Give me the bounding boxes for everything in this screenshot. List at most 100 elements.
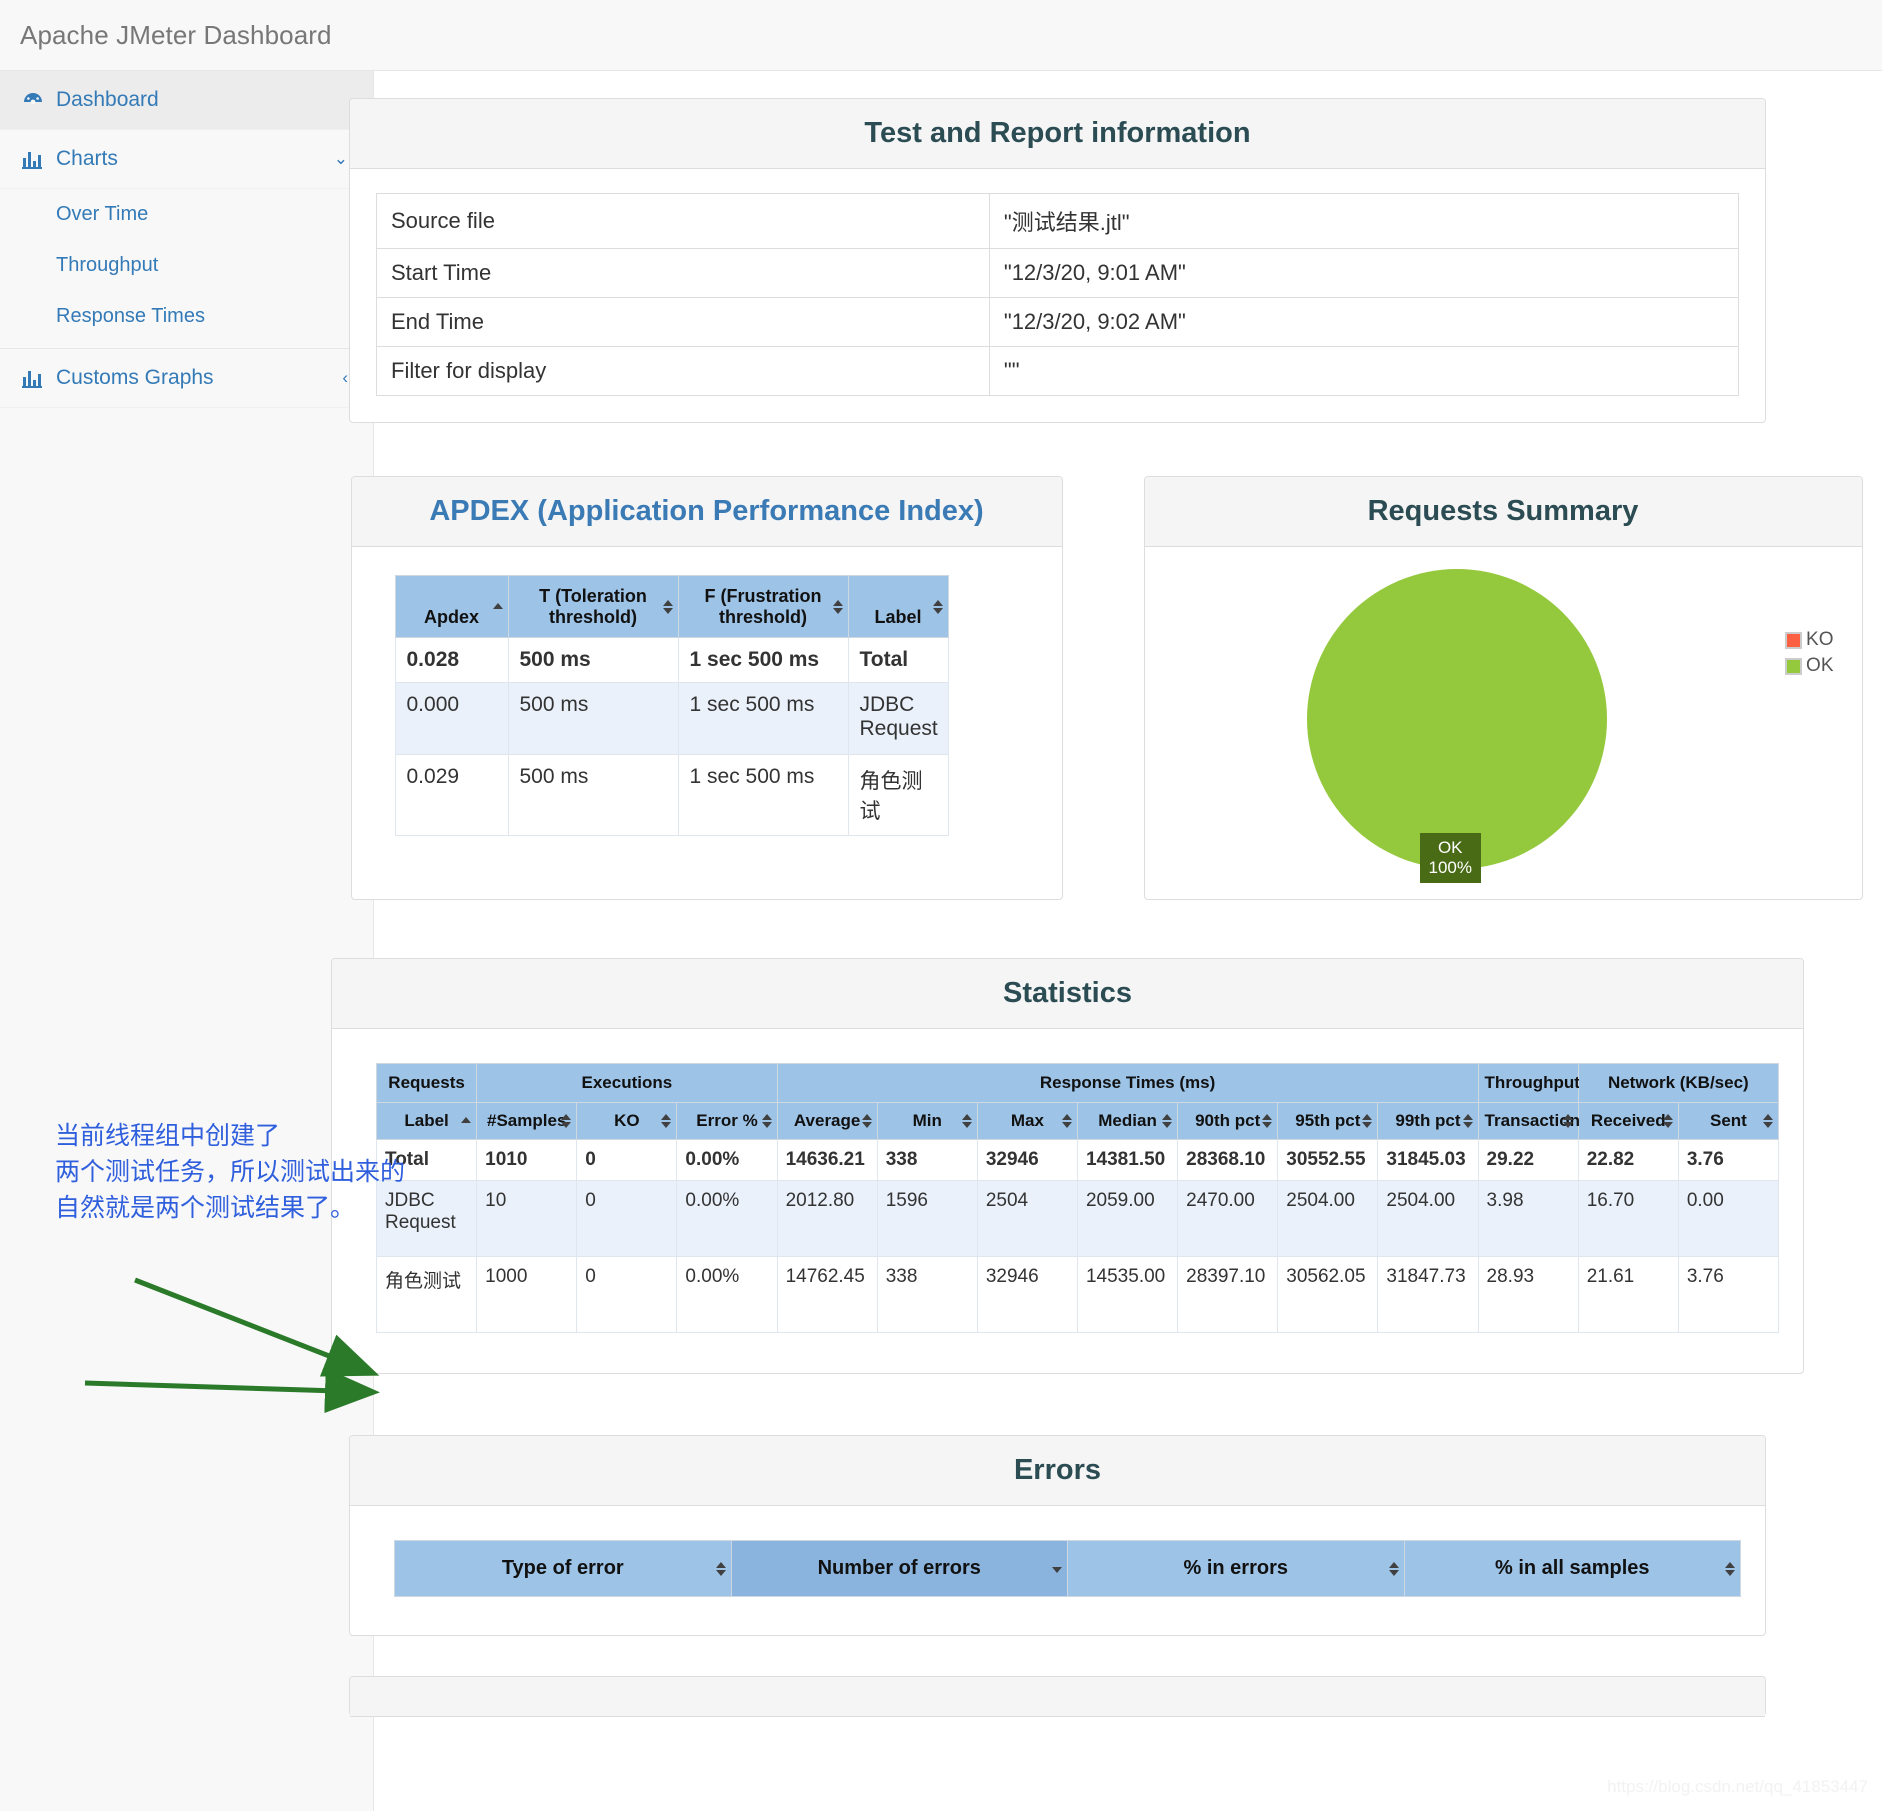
stats-average: 14762.45 (776, 1256, 878, 1333)
stats-col-p95[interactable]: 95th pct (1277, 1102, 1379, 1140)
sidebar-item-dashboard[interactable]: Dashboard (0, 71, 373, 130)
sort-icon[interactable] (1162, 1113, 1173, 1129)
sort-icon[interactable] (661, 1113, 672, 1129)
stats-col-max[interactable]: Max (976, 1102, 1078, 1140)
stats-transactions: 3.98 (1477, 1180, 1579, 1257)
stats-col-sent[interactable]: Sent (1677, 1102, 1780, 1140)
sidebar-item-throughput[interactable]: Throughput (0, 240, 373, 291)
sort-asc-icon[interactable] (492, 599, 503, 615)
sort-icon[interactable] (561, 1113, 572, 1129)
sort-icon[interactable] (1061, 1113, 1072, 1129)
sort-icon[interactable] (1662, 1113, 1673, 1129)
sort-icon[interactable] (1562, 1113, 1573, 1129)
annotation-arrow-2 (84, 1368, 380, 1414)
legend-item-ko[interactable]: KO (1785, 629, 1834, 651)
info-key: Filter for display (376, 346, 990, 396)
sidebar-item-charts[interactable]: Charts ⌄ (0, 130, 373, 189)
stats-median: 2059.00 (1076, 1180, 1179, 1257)
group-header-network: Network (KB/sec) (1577, 1063, 1780, 1103)
errors-col-pct-errors[interactable]: % in errors (1067, 1540, 1405, 1597)
chevron-left-icon[interactable]: ‹ (342, 368, 348, 388)
apdex-label: JDBC Request (847, 682, 949, 755)
stats-transactions: 28.93 (1477, 1256, 1579, 1333)
stats-col-average[interactable]: Average (776, 1102, 878, 1140)
sort-icon[interactable] (1725, 1561, 1735, 1577)
sort-icon[interactable] (1763, 1113, 1773, 1129)
errors-col-pct-all[interactable]: % in all samples (1403, 1540, 1741, 1597)
group-header-response-times: Response Times (ms) (776, 1063, 1479, 1103)
statistics-table: Requests Executions Response Times (ms) … (375, 1063, 1780, 1333)
info-key: Start Time (376, 248, 990, 298)
sort-icon[interactable] (761, 1113, 772, 1129)
stats-median: 14535.00 (1076, 1256, 1179, 1333)
sidebar-charts-submenu: Over Time Throughput Response Times (0, 189, 373, 349)
column-label: 90th pct (1195, 1111, 1261, 1130)
stats-transactions: 29.22 (1477, 1139, 1579, 1181)
sort-icon[interactable] (662, 599, 673, 615)
sort-icon[interactable] (932, 599, 943, 615)
sidebar-item-over-time[interactable]: Over Time (0, 189, 373, 240)
stats-p90: 28397.10 (1177, 1256, 1279, 1333)
sidebar-item-response-times[interactable]: Response Times (0, 291, 373, 342)
stats-error: 0.00% (676, 1180, 778, 1257)
stats-p90: 2470.00 (1177, 1180, 1279, 1257)
sort-desc-icon[interactable] (1052, 1561, 1062, 1577)
sort-icon[interactable] (832, 599, 843, 615)
apdex-col-frustration[interactable]: F (Frustration threshold) (677, 575, 849, 638)
apdex-toleration: 500 ms (507, 754, 679, 836)
stats-col-error[interactable]: Error % (676, 1102, 778, 1140)
stats-col-received[interactable]: Received (1577, 1102, 1679, 1140)
errors-title: Errors (1013, 1454, 1102, 1486)
apdex-col-label[interactable]: Label (847, 575, 949, 638)
errors-col-type[interactable]: Type of error (394, 1540, 732, 1597)
watermark: https://blog.csdn.net/qq_41853447 (1607, 1777, 1868, 1796)
table-row: 0.000 500 ms 1 sec 500 ms JDBC Request (394, 682, 949, 755)
stats-col-median[interactable]: Median (1076, 1102, 1179, 1140)
sidebar-item-label: Charts (56, 147, 118, 170)
statistics-header: Statistics (332, 959, 1803, 1029)
apdex-value: 0.029 (394, 754, 509, 836)
column-label: KO (614, 1111, 640, 1130)
column-label: Min (912, 1111, 942, 1130)
sort-icon[interactable] (961, 1113, 972, 1129)
errors-col-count[interactable]: Number of errors (730, 1540, 1068, 1597)
stats-min: 1596 (876, 1180, 978, 1257)
sort-icon[interactable] (715, 1561, 726, 1577)
sort-asc-icon[interactable] (461, 1113, 472, 1129)
apdex-col-apdex[interactable]: Apdex (394, 575, 509, 638)
stats-received: 21.61 (1577, 1256, 1679, 1333)
group-header-throughput: Throughput (1477, 1063, 1580, 1103)
sort-icon[interactable] (1388, 1561, 1399, 1577)
stats-received: 16.70 (1577, 1180, 1679, 1257)
column-label: Average (793, 1111, 861, 1130)
apdex-col-toleration[interactable]: T (Toleration threshold) (507, 575, 679, 638)
requests-summary-header: Requests Summary (1144, 477, 1862, 547)
stats-col-transactions[interactable]: Transactions/s (1477, 1102, 1604, 1140)
sidebar-item-customs-graphs[interactable]: Customs Graphs ‹ (0, 349, 373, 408)
stats-col-samples[interactable]: #Samples (476, 1102, 578, 1140)
stats-col-ko[interactable]: KO (576, 1102, 678, 1140)
test-info-header: Test and Report information (350, 99, 1765, 169)
requests-summary-body: OK 100% KO OK (1145, 547, 1862, 899)
page-title: Apache JMeter Dashboard (20, 19, 332, 50)
table-row: Total 1010 0 0.00% 14636.21 338 32946 14… (375, 1139, 1780, 1181)
pie-slice-ok[interactable] (1306, 569, 1607, 869)
errors-header: Errors (350, 1436, 1765, 1506)
sort-icon[interactable] (861, 1113, 872, 1129)
column-label: Type of error (501, 1557, 624, 1579)
chevron-down-icon[interactable]: ⌄ (334, 149, 348, 169)
column-label: Label (874, 607, 922, 627)
sort-icon[interactable] (1362, 1113, 1373, 1129)
stats-p99: 2504.00 (1377, 1180, 1479, 1257)
apdex-toleration: 500 ms (507, 682, 679, 755)
stats-max: 2504 (976, 1180, 1078, 1257)
legend-item-ok[interactable]: OK (1785, 655, 1834, 677)
sort-icon[interactable] (1262, 1113, 1273, 1129)
stats-col-p90[interactable]: 90th pct (1177, 1102, 1279, 1140)
sort-icon[interactable] (1462, 1113, 1473, 1129)
sidebar-subitem-label: Throughput (56, 254, 159, 276)
stats-col-p99[interactable]: 99th pct (1377, 1102, 1479, 1140)
stats-col-min[interactable]: Min (876, 1102, 978, 1140)
sidebar-subitem-label: Over Time (56, 203, 149, 225)
